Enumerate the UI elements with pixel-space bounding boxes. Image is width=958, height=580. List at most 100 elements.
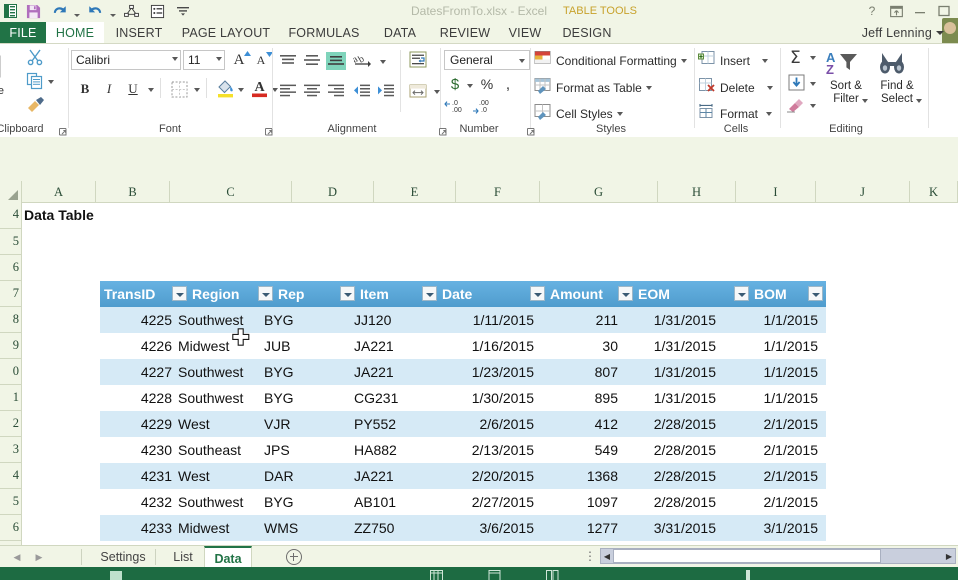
tab-formulas[interactable]: FORMULAS	[278, 22, 370, 44]
delete-chevron-down-icon[interactable]	[766, 85, 773, 90]
cell-item[interactable]: ZZ750	[354, 515, 424, 541]
cell-rep[interactable]: WMS	[264, 515, 322, 541]
align-right-button[interactable]	[326, 82, 346, 100]
cell-amount[interactable]: 211	[540, 307, 618, 333]
cell-rep[interactable]: JUB	[264, 333, 322, 359]
table-row[interactable]: 4225 Southwest BYG JJ120 1/11/2015 211 1…	[100, 307, 826, 333]
cell-styles-button[interactable]: Cell Styles	[534, 103, 623, 124]
tab-insert[interactable]: INSERT	[104, 22, 174, 44]
clear-chevron-down-icon[interactable]	[810, 104, 816, 108]
row-header-8[interactable]: 2	[0, 411, 22, 437]
format-as-table-button[interactable]: Format as Table	[534, 77, 652, 98]
cell-transid[interactable]: 4233	[100, 515, 172, 541]
cell-rep[interactable]: VJR	[264, 411, 322, 437]
cell-bom[interactable]: 1/1/2015	[722, 333, 819, 359]
row-header-2[interactable]: 6	[0, 255, 22, 281]
cell-bom[interactable]: 1/1/2015	[722, 307, 819, 333]
cell-region[interactable]: Southwest	[178, 489, 264, 515]
cell-rep[interactable]: BYG	[264, 359, 322, 385]
font-size-chevron-down-icon[interactable]	[216, 57, 222, 61]
cell-item[interactable]: JA221	[354, 359, 424, 385]
orientation-chevron-down-icon[interactable]	[380, 60, 386, 64]
column-header-e[interactable]: E	[374, 181, 456, 203]
row-header-0[interactable]: 4	[0, 203, 22, 229]
sort-filter-icon[interactable]: AZ	[826, 50, 860, 81]
format-as-table-chevron-down-icon[interactable]	[645, 85, 652, 90]
row-header-12[interactable]: 6	[0, 515, 22, 541]
insert-cells-button[interactable]: Insert	[698, 50, 769, 71]
filter-button-date[interactable]	[530, 286, 545, 301]
cell-date[interactable]: 2/6/2015	[430, 411, 535, 437]
italic-button[interactable]: I	[98, 78, 120, 100]
column-header-j[interactable]: J	[816, 181, 910, 203]
redo-icon[interactable]	[82, 0, 108, 22]
cell-rep[interactable]: DAR	[264, 463, 322, 489]
filter-button-item[interactable]	[422, 286, 437, 301]
cell-transid[interactable]: 4231	[100, 463, 172, 489]
borders-chevron-down-icon[interactable]	[194, 88, 200, 92]
table-row[interactable]: 4233 Midwest WMS ZZ750 3/6/2015 1277 3/3…	[100, 515, 826, 541]
number-format-select[interactable]: General	[444, 50, 530, 70]
decrease-indent-button[interactable]	[352, 82, 372, 100]
cell-styles-chevron-down-icon[interactable]	[616, 111, 623, 116]
wrap-text-button[interactable]	[408, 50, 432, 72]
cell-date[interactable]: 1/23/2015	[430, 359, 534, 385]
cell-date[interactable]: 2/13/2015	[430, 437, 534, 463]
cell-transid[interactable]: 4226	[100, 333, 172, 359]
cell-region[interactable]: Southwest	[178, 307, 264, 333]
filter-button-amount[interactable]	[618, 286, 633, 301]
fill-chevron-down-icon[interactable]	[810, 82, 816, 86]
accounting-format-button[interactable]: $	[446, 74, 464, 94]
cell-date[interactable]: 1/30/2015	[430, 385, 534, 411]
cell-amount[interactable]: 807	[540, 359, 618, 385]
table-row[interactable]: 4226 Midwest JUB JA221 1/16/2015 30 1/31…	[100, 333, 826, 359]
cell-amount[interactable]: 30	[540, 333, 618, 359]
cell-eom[interactable]: 3/31/2015	[624, 515, 716, 541]
undo-icon[interactable]	[46, 0, 72, 22]
cell-transid[interactable]: 4232	[100, 489, 172, 515]
shrink-font-button[interactable]: A	[250, 49, 273, 71]
cell-item[interactable]: JA221	[354, 333, 424, 359]
table-header-transid[interactable]: TransID	[104, 281, 174, 307]
filter-button-bom[interactable]	[808, 286, 823, 301]
font-size-input[interactable]: 11	[183, 50, 225, 70]
filter-button-region[interactable]	[258, 286, 273, 301]
next-sheet-icon[interactable]: ▶	[30, 548, 48, 566]
horizontal-split-grip[interactable]: ⋮	[584, 550, 596, 562]
underline-chevron-down-icon[interactable]	[148, 88, 154, 92]
autosum-chevron-down-icon[interactable]	[810, 56, 816, 60]
format-painter-button[interactable]	[26, 96, 46, 114]
top-align-button[interactable]	[278, 52, 298, 70]
find-select-icon[interactable]	[878, 50, 906, 81]
cell-date[interactable]: 1/11/2015	[430, 307, 534, 333]
copy-button[interactable]	[26, 72, 54, 90]
cell-transid[interactable]: 4229	[100, 411, 172, 437]
find-select-button[interactable]: Find & Select	[870, 80, 924, 106]
number-format-chevron-down-icon[interactable]	[519, 59, 525, 63]
table-header-bom[interactable]: BOM	[754, 281, 810, 307]
row-header-3[interactable]: 7	[0, 281, 22, 307]
decrease-decimal-button[interactable]: .00.0	[472, 96, 498, 114]
cell-eom[interactable]: 1/31/2015	[624, 307, 716, 333]
add-sheet-button[interactable]	[286, 549, 302, 565]
cell-eom[interactable]: 2/28/2015	[624, 411, 716, 437]
row-header-1[interactable]: 5	[0, 229, 22, 255]
zoom-slider-handle[interactable]	[746, 568, 750, 580]
cell-transid[interactable]: 4228	[100, 385, 172, 411]
font-name-input[interactable]: Calibri	[71, 50, 181, 70]
row-header-10[interactable]: 4	[0, 463, 22, 489]
column-header-k[interactable]: K	[910, 181, 958, 203]
cell-rep[interactable]: JPS	[264, 437, 322, 463]
redo-dropdown-icon[interactable]	[108, 0, 118, 22]
cell-transid[interactable]: 4225	[100, 307, 172, 333]
cell-item[interactable]: PY552	[354, 411, 424, 437]
help-icon[interactable]: ?	[860, 0, 884, 22]
customize-qat-icon[interactable]	[170, 0, 196, 22]
cell-bom[interactable]: 2/1/2015	[722, 489, 819, 515]
row-header-7[interactable]: 1	[0, 385, 22, 411]
cell-region[interactable]: Southeast	[178, 437, 264, 463]
row-header-11[interactable]: 5	[0, 489, 22, 515]
tab-design[interactable]: DESIGN	[550, 22, 624, 44]
ribbon-display-options-icon[interactable]	[884, 0, 908, 22]
filter-button-transid[interactable]	[172, 286, 187, 301]
